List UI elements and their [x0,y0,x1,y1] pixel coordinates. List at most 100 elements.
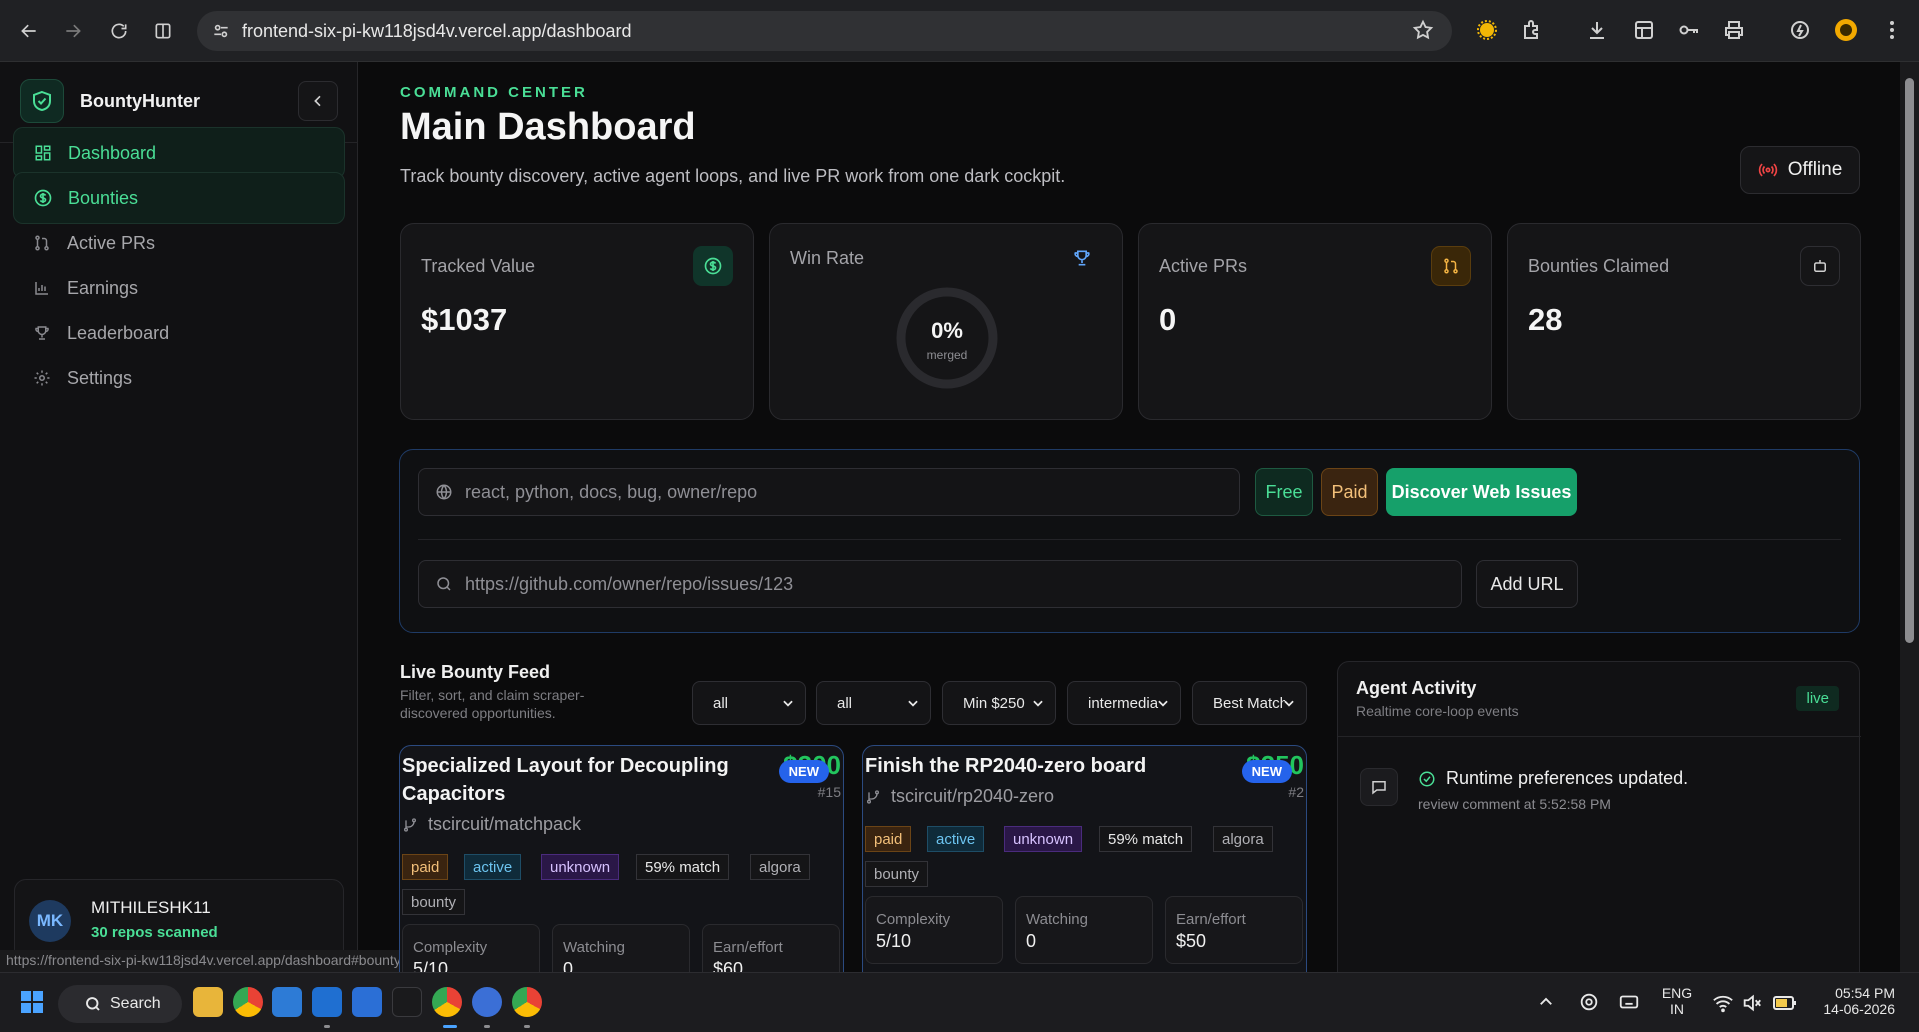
language-region: IN [1670,1001,1684,1017]
back-icon[interactable] [14,16,44,46]
sidebar-item-settings[interactable]: Settings [13,352,345,404]
event-text: Runtime preferences updated. [1446,768,1689,788]
keyboard-icon[interactable] [1618,991,1640,1018]
bookmark-star-icon[interactable] [1412,19,1434,41]
extensions-icon[interactable] [1520,18,1544,47]
scroll-thumb[interactable] [1905,78,1914,643]
metric-watching: Watching 0 [1015,896,1153,964]
wifi-icon[interactable] [1712,992,1734,1019]
password-key-icon[interactable] [1677,18,1701,47]
metric-label: Watching [1026,911,1088,928]
metric-value: 0 [1026,931,1037,951]
select-value: intermedia [1088,694,1159,712]
reload-icon[interactable] [104,16,134,46]
language-indicator[interactable]: ENG IN [1660,985,1694,1017]
user-card[interactable]: MK MITHILESHK11 30 repos scanned [14,879,344,961]
chevron-down-icon [1284,700,1294,707]
metric-label: Earn/effort [1176,911,1246,928]
search-icon [437,577,451,591]
browser-icon[interactable] [472,987,502,1017]
address-bar[interactable]: frontend-six-pi-kw118jsd4v.vercel.app/da… [197,11,1452,51]
win-rate-gauge: 0% merged [895,286,999,390]
bounty-card[interactable]: $250 NEW #2 Finish the RP2040-zero board… [862,745,1307,985]
globe-icon [436,484,452,500]
volume-muted-icon[interactable] [1741,992,1763,1019]
sort-select[interactable]: Best Match [1192,681,1307,725]
clock[interactable]: 05:54 PM 14-06-2026 [1815,985,1895,1017]
bounty-card[interactable]: $300 NEW #15 Specialized Layout for Deco… [399,745,844,985]
brand[interactable]: BountyHunter [20,78,200,124]
metric-earn-effort: Earn/effort $50 [1165,896,1303,964]
stat-card-tracked-value: Tracked Value $1037 [400,223,754,420]
issue-url-input[interactable]: https://github.com/owner/repo/issues/123 [418,560,1462,608]
check-circle-icon [1419,771,1435,786]
profile-avatar-icon[interactable] [1834,18,1858,47]
sidebar-item-label: Dashboard [68,142,157,163]
chrome-window-icon[interactable] [512,987,542,1017]
bounty-title[interactable]: Finish the RP2040-zero board [865,752,1225,780]
vscode-icon[interactable] [312,987,342,1017]
page-scrollbar[interactable] [1900,62,1919,972]
chrome-profile-icon[interactable] [432,987,462,1017]
photos-icon[interactable] [272,987,302,1017]
add-url-button[interactable]: Add URL [1476,560,1578,608]
chevron-left-icon [314,95,321,107]
battery-icon[interactable] [1772,992,1798,1019]
windows-start-icon[interactable] [20,990,44,1019]
extension-sun-icon[interactable] [1475,18,1499,47]
stat-label: Bounties Claimed [1528,256,1670,276]
print-icon[interactable] [1722,18,1746,47]
chevron-down-icon [1033,700,1043,707]
metric-label: Earn/effort [713,939,783,956]
browser-toolbar: frontend-six-pi-kw118jsd4v.vercel.app/da… [0,0,1919,62]
taskbar-search-button[interactable]: Search [58,985,182,1023]
site-info-icon[interactable] [211,21,231,41]
connection-status-button[interactable]: Offline [1740,146,1860,194]
stat-value: 28 [1528,302,1563,337]
event-message: Runtime preferences updated. [1418,768,1688,789]
new-badge: NEW [1241,760,1292,783]
tag-unknown: unknown [1004,826,1083,852]
tag-platform: algora [750,854,810,880]
app-icon[interactable] [392,987,422,1017]
main-content: COMMAND CENTER Main Dashboard Track boun… [358,62,1900,991]
stat-card-active-prs: Active PRs 0 [1138,223,1492,420]
tag-kind: bounty [402,889,466,915]
radio-signal-icon [1758,163,1777,177]
forward-icon[interactable] [58,16,88,46]
performance-icon[interactable] [1788,18,1812,47]
tag-paid: paid [402,854,449,880]
bot-icon [1800,246,1840,286]
filter-min-value-select[interactable]: Min $250 [942,681,1056,725]
tag-match: 59% match [1099,826,1193,852]
agent-activity-subtitle: Realtime core-loop events [1356,703,1519,719]
stat-label: Win Rate [790,248,865,268]
git-pull-request-icon [31,232,53,254]
file-explorer-icon[interactable] [193,987,223,1017]
tab-grid-icon[interactable] [1632,18,1656,47]
download-icon[interactable] [1585,18,1609,47]
running-indicator [524,1025,530,1028]
discover-web-issues-button[interactable]: Discover Web Issues [1386,468,1577,516]
filter-status-select[interactable]: all [816,681,931,725]
issue-number: #2 [1288,784,1304,800]
chevron-up-icon[interactable] [1537,993,1555,1016]
paid-filter-button[interactable]: Paid [1321,468,1378,516]
collapse-sidebar-button[interactable] [298,81,338,121]
split-view-icon[interactable] [148,16,178,46]
chrome-menu-icon[interactable] [1880,18,1904,47]
filter-difficulty-select[interactable]: intermedia [1067,681,1181,725]
chrome-icon[interactable] [233,987,263,1017]
free-filter-button[interactable]: Free [1255,468,1313,516]
outlook-icon[interactable] [352,987,382,1017]
keyword-search-input[interactable]: react, python, docs, bug, owner/repo [418,468,1240,516]
feed-subtitle: Filter, sort, and claim scraper-discover… [400,687,585,721]
repo-link[interactable]: tscircuit/rp2040-zero [865,786,1054,807]
repo-link[interactable]: tscircuit/matchpack [402,814,581,835]
filter-type-select[interactable]: all [692,681,806,725]
copilot-icon[interactable] [1578,991,1600,1018]
bounty-title[interactable]: Specialized Layout for Decoupling Capaci… [402,752,762,808]
clock-time: 05:54 PM [1835,985,1895,1001]
chevron-down-icon [783,700,793,707]
tag-paid: paid [865,826,912,852]
